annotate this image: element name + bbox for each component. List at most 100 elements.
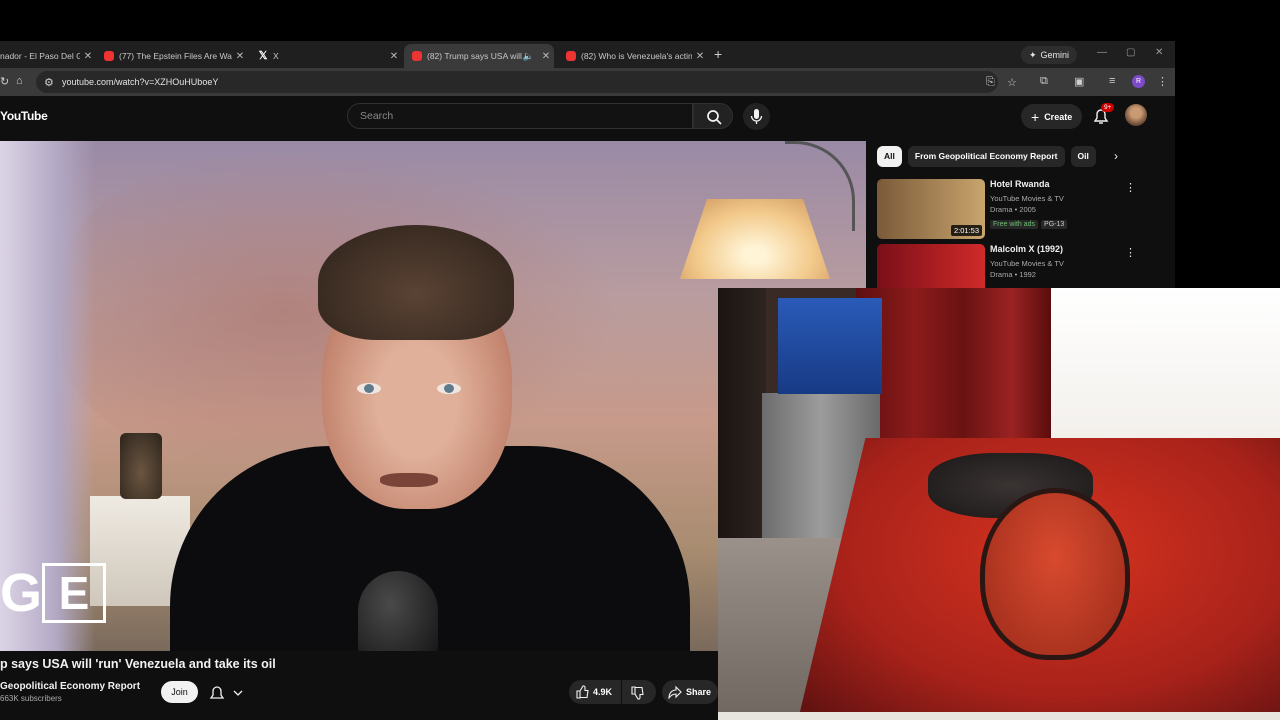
recommendation-meta: Drama • 1992 bbox=[990, 270, 1036, 279]
recommendation-channel: YouTube Movies & TV bbox=[990, 259, 1064, 268]
tab-bar: nador - El Paso Del G ✕ (77) The Epstein… bbox=[0, 41, 1175, 68]
share-arrow-icon bbox=[668, 685, 682, 699]
search-placeholder: Search bbox=[360, 110, 394, 122]
menu-kebab-icon[interactable]: ⋮ bbox=[1157, 75, 1168, 88]
minimize-icon[interactable]: — bbox=[1097, 47, 1107, 58]
speaker-icon[interactable]: 🔈 bbox=[523, 51, 534, 62]
share-label: Share bbox=[686, 687, 712, 697]
more-options-icon[interactable]: ⋮ bbox=[1125, 246, 1136, 259]
tab-title: X bbox=[273, 51, 279, 61]
search-icon bbox=[707, 110, 722, 125]
filter-chips: All From Geopolitical Economy Report Oil bbox=[877, 146, 1096, 167]
video-thumbnail[interactable]: 2:01:53 bbox=[877, 179, 985, 239]
logo-letter-g: G bbox=[0, 563, 43, 623]
webcam-overlay bbox=[718, 288, 1280, 720]
browser-tab-active[interactable]: (82) Trump says USA will 'ru 🔈 ✕ bbox=[404, 44, 554, 68]
chip-all[interactable]: All bbox=[877, 146, 902, 167]
youtube-icon bbox=[104, 51, 114, 61]
recommendation-channel: YouTube Movies & TV bbox=[990, 194, 1064, 203]
microphone-icon bbox=[750, 109, 763, 124]
tab-title: (82) Trump says USA will 'ru bbox=[427, 51, 523, 61]
more-options-icon[interactable]: ⋮ bbox=[1125, 181, 1136, 194]
dislike-button[interactable] bbox=[622, 680, 656, 704]
media-controls-icon[interactable]: ≡ bbox=[1109, 75, 1115, 87]
channel-name[interactable]: Geopolitical Economy Report bbox=[0, 681, 140, 692]
like-count: 4.9K bbox=[593, 687, 613, 697]
floor-edge bbox=[718, 712, 1280, 720]
window-close-icon[interactable]: ✕ bbox=[1155, 47, 1163, 58]
browser-tab[interactable]: (82) Who is Venezuela's acting ✕ bbox=[558, 44, 708, 68]
presenter-hair bbox=[318, 225, 514, 340]
youtube-header: YouTube Search + Create 9+ bbox=[0, 96, 1167, 142]
chip-from-channel[interactable]: From Geopolitical Economy Report bbox=[907, 146, 1065, 167]
plus-icon: + bbox=[1031, 108, 1040, 125]
tab-title: nador - El Paso Del G bbox=[0, 51, 80, 61]
close-icon[interactable]: ✕ bbox=[232, 51, 248, 62]
recommendation-title[interactable]: Hotel Rwanda bbox=[990, 179, 1050, 189]
gemini-button[interactable]: ✦ Gemini bbox=[1021, 46, 1078, 64]
sidepanel-icon[interactable]: ▣ bbox=[1074, 75, 1084, 88]
subscriber-count: 663K subscribers bbox=[0, 694, 62, 703]
share-button[interactable]: Share bbox=[662, 680, 718, 704]
presenter-eye bbox=[437, 383, 461, 394]
search-button[interactable] bbox=[693, 103, 733, 129]
join-button[interactable]: Join bbox=[161, 681, 198, 703]
chevron-right-icon[interactable]: › bbox=[1114, 149, 1118, 163]
recommendation-meta: Drama • 2005 bbox=[990, 205, 1036, 214]
x-icon: 𝕏 bbox=[258, 50, 268, 62]
extensions-icon[interactable]: ⧉ bbox=[1040, 75, 1048, 88]
youtube-icon bbox=[412, 51, 422, 61]
browser-tab[interactable]: 𝕏 X ✕ bbox=[250, 44, 402, 68]
blue-box bbox=[830, 298, 882, 394]
recommendation-title[interactable]: Malcolm X (1992) bbox=[990, 244, 1063, 254]
site-settings-icon[interactable]: ⚙ bbox=[44, 76, 54, 89]
like-button[interactable]: 4.9K bbox=[569, 680, 621, 704]
account-avatar[interactable] bbox=[1125, 104, 1147, 126]
studio-microphone bbox=[358, 571, 438, 651]
search-input[interactable]: Search bbox=[347, 103, 693, 129]
recommendation-item[interactable]: 2:01:53 Hotel Rwanda YouTube Movies & TV… bbox=[877, 179, 1167, 241]
new-tab-button[interactable]: + bbox=[714, 46, 722, 62]
maximize-icon[interactable]: ▢ bbox=[1126, 47, 1135, 58]
browser-tab[interactable]: (77) The Epstein Files Are Way ✕ bbox=[96, 44, 248, 68]
gemini-icon: ✦ bbox=[1029, 49, 1037, 60]
create-label: Create bbox=[1044, 111, 1073, 122]
presenter-eye bbox=[357, 383, 381, 394]
chevron-down-icon bbox=[233, 690, 243, 696]
bell-icon bbox=[209, 686, 225, 699]
red-chair bbox=[980, 488, 1130, 660]
youtube-logo[interactable]: YouTube bbox=[0, 109, 48, 123]
close-icon[interactable]: ✕ bbox=[538, 51, 554, 62]
reload-icon[interactable]: ↻ bbox=[0, 75, 9, 88]
home-icon[interactable]: ⌂ bbox=[16, 75, 23, 87]
free-with-ads-badge: Free with ads bbox=[990, 220, 1039, 229]
install-app-icon[interactable]: ⎘ bbox=[986, 76, 995, 89]
screen: nador - El Paso Del G ✕ (77) The Epstein… bbox=[0, 0, 1280, 720]
url-text: youtube.com/watch?v=XZHOuHUboeY bbox=[62, 77, 219, 87]
profile-avatar[interactable]: R bbox=[1132, 75, 1145, 88]
voice-search-button[interactable] bbox=[743, 103, 770, 130]
tab-title: (82) Who is Venezuela's acting bbox=[581, 51, 692, 61]
notification-badge: 9+ bbox=[1101, 103, 1115, 112]
create-button[interactable]: + Create bbox=[1021, 104, 1083, 129]
toolbar: ↻ ⌂ ⚙ youtube.com/watch?v=XZHOuHUboeY ⎘ … bbox=[0, 68, 1175, 96]
close-icon[interactable]: ✕ bbox=[386, 51, 402, 62]
subscribe-bell-dropdown[interactable] bbox=[207, 683, 251, 703]
gemini-label: Gemini bbox=[1040, 50, 1070, 60]
browser-tab[interactable]: nador - El Paso Del G ✕ bbox=[0, 44, 96, 68]
thumbs-down-icon bbox=[631, 686, 644, 700]
presenter-mouth bbox=[380, 473, 438, 487]
blue-box bbox=[778, 298, 830, 394]
rating-badge: PG-13 bbox=[1041, 220, 1068, 229]
logo-letter-e: E bbox=[42, 563, 106, 623]
close-icon[interactable]: ✕ bbox=[692, 51, 708, 62]
tab-title: (77) The Epstein Files Are Way bbox=[119, 51, 232, 61]
channel-info[interactable]: Geopolitical Economy Report 663K subscri… bbox=[0, 681, 140, 703]
bookmark-star-icon[interactable]: ☆ bbox=[1007, 76, 1017, 89]
close-icon[interactable]: ✕ bbox=[80, 51, 96, 62]
thumbs-up-icon bbox=[576, 685, 589, 699]
chip-oil[interactable]: Oil bbox=[1070, 146, 1096, 167]
lantern bbox=[120, 433, 162, 499]
video-title: p says USA will 'run' Venezuela and take… bbox=[0, 657, 276, 671]
address-bar[interactable]: ⚙ youtube.com/watch?v=XZHOuHUboeY ⎘ ☆ bbox=[36, 71, 1017, 93]
